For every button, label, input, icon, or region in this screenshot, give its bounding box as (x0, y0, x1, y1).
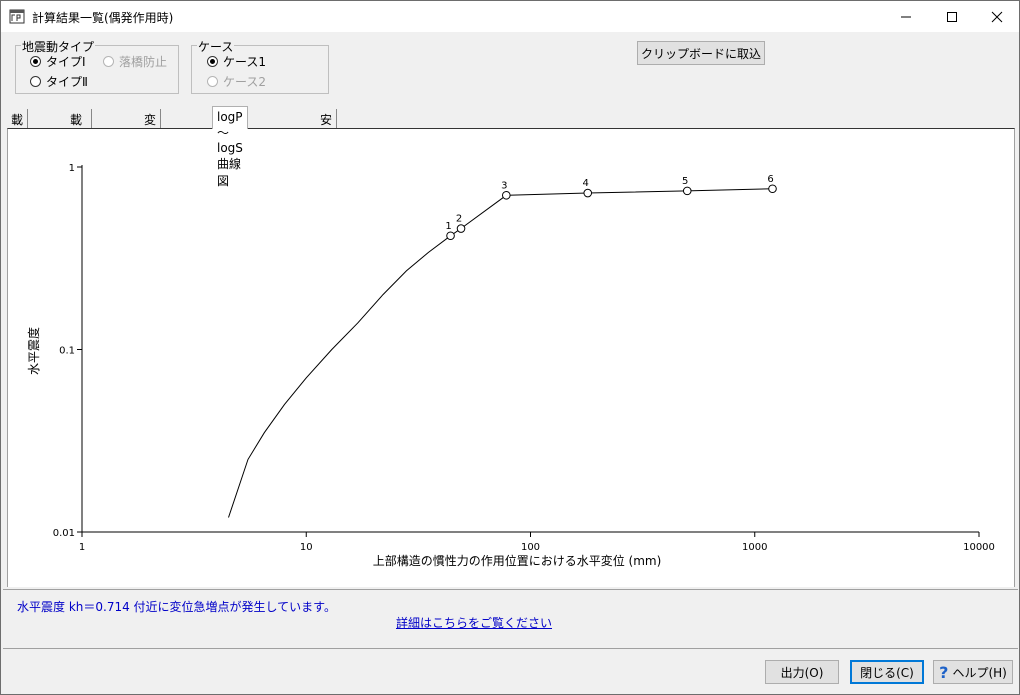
data-point-3 (502, 190, 511, 200)
data-point-5 (682, 186, 692, 196)
radio-fall-prevention-label: 落橋防止 (119, 55, 168, 69)
tab-logp-logs-curve[interactable]: logP～logS曲線図 (212, 106, 248, 188)
x-tick-label: 10 (300, 542, 313, 553)
y-tick-label: 0.01 (53, 528, 75, 539)
x-tick-label: 10000 (963, 542, 995, 553)
title-bar: 計算結果一覧(偶発作用時) (1, 1, 1019, 32)
radio-type-1[interactable]: タイプⅠ (30, 53, 86, 70)
radio-case-1-label: ケース1 (223, 55, 267, 69)
radio-type-2-label: タイプⅡ (46, 75, 88, 89)
help-button[interactable]: ? ヘルプ(H) (933, 660, 1013, 684)
tab-load-results[interactable]: 載荷結果 (7, 109, 29, 178)
details-link[interactable]: 詳細はこちらをご覧ください (396, 614, 552, 631)
chart-pane: 1 10 100 1000 10000 0.01 0.1 1 123456 上部構造の慣性力の… (7, 128, 1015, 587)
data-point-label: 5 (682, 176, 688, 187)
data-point-2 (456, 224, 466, 233)
radio-case-1[interactable]: ケース1 (207, 53, 266, 70)
help-icon: ? (939, 662, 949, 682)
tab-safety-judgement[interactable]: 安全性の判定 (316, 109, 338, 212)
status-message: 水平震度 kh＝0.714 付近に変位急増点が発生しています。 (17, 600, 336, 614)
message-pane: 水平震度 kh＝0.714 付近に変位急増点が発生しています。 詳細はこちらをご… (3, 589, 1018, 649)
data-point-label: 4 (583, 178, 589, 189)
data-point-label: 1 (445, 221, 451, 232)
radio-type-1-label: タイプⅠ (46, 55, 86, 69)
data-point-4 (583, 188, 593, 198)
data-point-label: 2 (456, 214, 462, 225)
radio-indicator (207, 56, 218, 67)
output-button[interactable]: 出力(O) (765, 660, 839, 684)
close-icon (991, 11, 1003, 22)
app-icon (9, 9, 25, 24)
window-title: 計算結果一覧(偶発作用時) (32, 11, 174, 25)
curve-line (228, 188, 773, 518)
x-tick-label: 1000 (742, 542, 767, 553)
window: 計算結果一覧(偶発作用時) 地震動タイプ タイプⅠ 落橋防止 タイプⅡ ケース … (0, 0, 1020, 695)
x-tick-label: 1 (79, 542, 85, 553)
data-point-label: 3 (501, 180, 507, 191)
data-point-1 (446, 231, 455, 241)
radio-case-2[interactable]: ケース2 (207, 73, 266, 90)
y-tick-label: 0.1 (59, 346, 75, 357)
data-point-6 (768, 184, 777, 194)
radio-case-2-label: ケース2 (223, 75, 267, 89)
radio-type-2[interactable]: タイプⅡ (30, 73, 88, 90)
radio-fall-prevention[interactable]: 落橋防止 (103, 53, 167, 70)
x-axis-label: 上部構造の慣性力の作用位置における水平変位 (mm) (373, 553, 662, 568)
y-axis-label: 水平震度 (26, 327, 41, 375)
radio-indicator (30, 56, 41, 67)
clipboard-button[interactable]: クリップボードに取込 (637, 41, 765, 65)
radio-indicator (30, 76, 41, 87)
data-point-label: 6 (767, 174, 773, 185)
maximize-button[interactable] (929, 1, 975, 32)
help-button-label: ヘルプ(H) (952, 665, 1007, 680)
close-window-button[interactable] (974, 1, 1020, 32)
radio-indicator (103, 56, 114, 67)
maximize-icon (947, 11, 957, 22)
radio-indicator (207, 76, 218, 87)
x-tick-label: 100 (521, 542, 540, 553)
logp-logs-chart: 1 10 100 1000 100000.010.11 123 4 5 6 上部構造の慣性力の… (26, 163, 995, 568)
minimize-icon (901, 16, 911, 17)
close-button[interactable]: 閉じる(C) (850, 660, 924, 684)
tab-load-results-2[interactable]: 載荷結果(2) (66, 109, 92, 193)
tab-displacement-curve[interactable]: 変位曲線図 (140, 109, 162, 195)
y-tick-label: 1 (69, 163, 75, 174)
minimize-button[interactable] (883, 1, 929, 32)
